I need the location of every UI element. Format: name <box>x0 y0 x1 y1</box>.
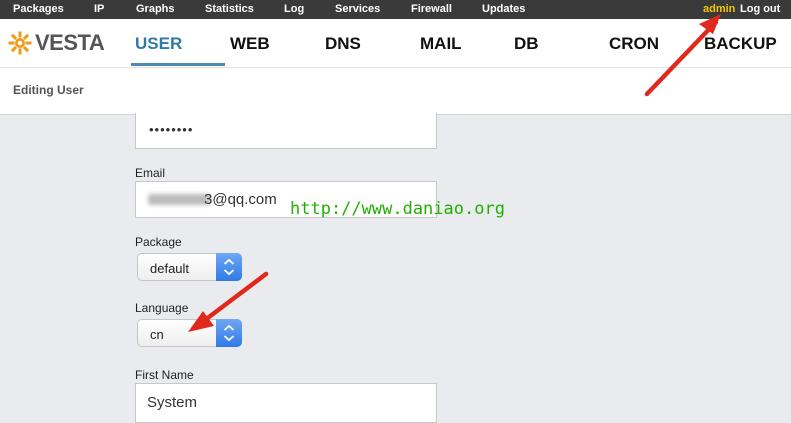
email-value: 3@qq.com <box>204 191 277 208</box>
language-selected-value: cn <box>150 327 164 342</box>
language-select[interactable]: cn <box>137 319 242 347</box>
menu-packages[interactable]: Packages <box>13 3 64 15</box>
main-nav: VESTA USER WEB DNS MAIL DB CRON BACKUP <box>0 19 791 67</box>
tab-db[interactable]: DB <box>514 34 539 54</box>
page-title: Editing User <box>13 83 84 97</box>
active-tab-indicator <box>131 63 225 66</box>
vesta-logo[interactable]: VESTA <box>8 28 105 58</box>
menu-log[interactable]: Log <box>284 3 304 15</box>
email-redaction <box>148 194 210 205</box>
watermark-text: http://www.daniao.org <box>290 199 505 219</box>
menu-ip[interactable]: IP <box>94 3 104 15</box>
first-name-value: System <box>147 394 198 411</box>
email-label: Email <box>135 166 166 180</box>
language-select-arrows <box>216 319 242 347</box>
logo-text: VESTA <box>35 30 105 55</box>
tab-dns[interactable]: DNS <box>325 34 361 54</box>
vesta-logo-icon <box>8 31 32 55</box>
tab-mail[interactable]: MAIL <box>420 34 462 54</box>
first-name-label: First Name <box>135 368 194 382</box>
menu-services[interactable]: Services <box>335 3 380 15</box>
chevron-updown-icon <box>223 258 235 276</box>
package-label: Package <box>135 235 182 249</box>
tab-backup[interactable]: BACKUP <box>704 34 777 54</box>
page-header: Editing User <box>0 67 791 115</box>
tab-web[interactable]: WEB <box>230 34 270 54</box>
logout-link[interactable]: Log out <box>740 3 780 15</box>
menu-graphs[interactable]: Graphs <box>136 3 175 15</box>
first-name-field[interactable]: System <box>135 383 437 423</box>
tab-cron[interactable]: CRON <box>609 34 659 54</box>
package-selected-value: default <box>150 261 190 276</box>
password-field[interactable]: •••••••• <box>135 113 437 149</box>
chevron-updown-icon <box>223 324 235 342</box>
password-value: •••••••• <box>149 122 194 137</box>
language-label: Language <box>135 301 189 315</box>
package-select[interactable]: default <box>137 253 242 281</box>
menu-statistics[interactable]: Statistics <box>205 3 254 15</box>
package-select-arrows <box>216 253 242 281</box>
current-user-link[interactable]: admin <box>703 3 735 15</box>
menu-updates[interactable]: Updates <box>482 3 525 15</box>
tab-user[interactable]: USER <box>135 34 182 54</box>
menu-firewall[interactable]: Firewall <box>411 3 452 15</box>
top-menu-bar: Packages IP Graphs Statistics Log Servic… <box>0 0 791 19</box>
